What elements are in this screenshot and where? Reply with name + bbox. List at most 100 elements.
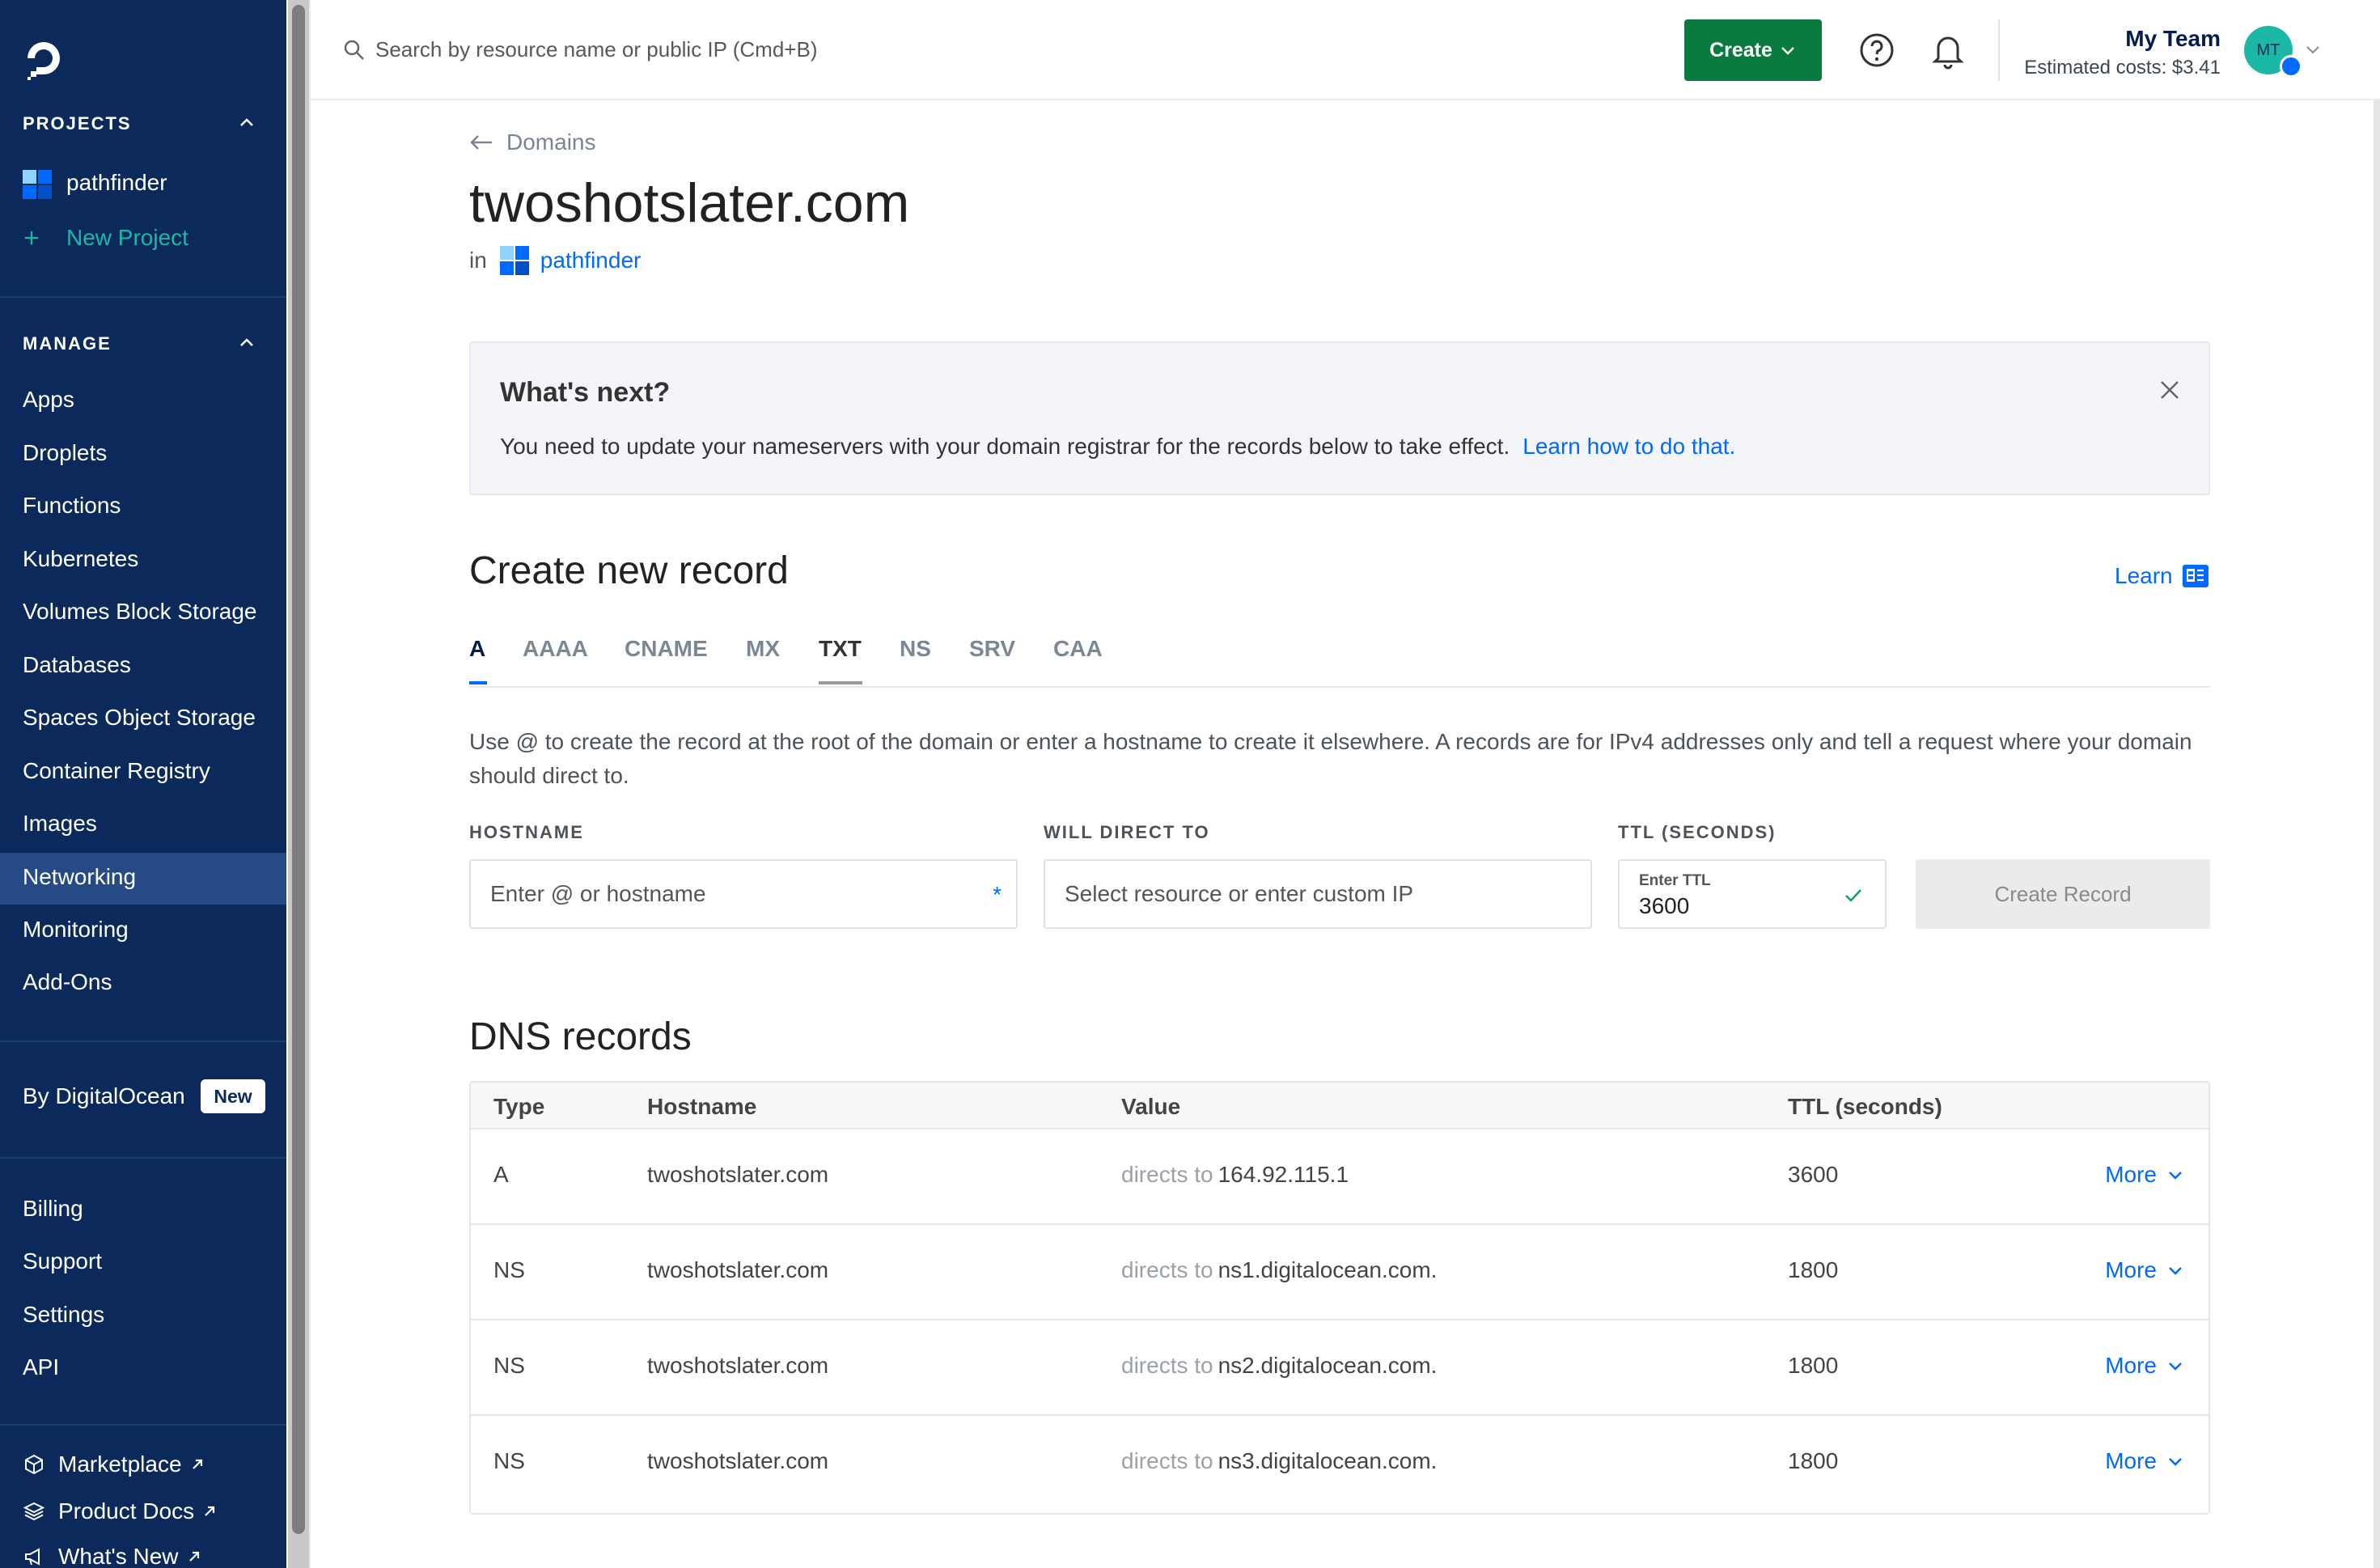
chevron-up-icon[interactable]: [236, 112, 257, 133]
active-tab-underline: [469, 681, 487, 684]
directs-to-label: directs to: [1121, 1162, 1213, 1187]
more-button[interactable]: More: [2105, 1448, 2184, 1474]
more-label: More: [2105, 1448, 2157, 1473]
tab-cname[interactable]: CNAME: [625, 636, 708, 662]
table-row: NS twoshotslater.com directs to ns3.digit…: [471, 1416, 2208, 1511]
chevron-down-icon[interactable]: [2304, 40, 2322, 58]
direct-to-label: WILL DIRECT TO: [1044, 822, 1210, 842]
sidebar-item-volumes[interactable]: Volumes Block Storage: [23, 599, 257, 625]
chevron-down-icon: [2169, 1362, 2182, 1371]
digitalocean-logo-icon[interactable]: [21, 36, 66, 81]
sidebar-item-functions[interactable]: Functions: [23, 493, 121, 519]
required-marker: *: [993, 882, 1002, 907]
table-header: Type Hostname Value TTL (seconds): [471, 1083, 2208, 1129]
project-link[interactable]: pathfinder: [540, 248, 642, 273]
marketplace-label: Marketplace: [58, 1451, 182, 1477]
sidebar-item-billing[interactable]: Billing: [23, 1196, 83, 1222]
hostname-label: HOSTNAME: [469, 822, 584, 842]
hostname-field: *: [469, 859, 1018, 929]
hostname-input[interactable]: [490, 861, 959, 927]
hover-tab-underline: [819, 681, 862, 684]
search-input[interactable]: [375, 31, 1103, 68]
chevron-down-icon: [2169, 1458, 2182, 1466]
create-record-title: Create new record: [469, 549, 789, 592]
layers-icon: [23, 1502, 45, 1521]
directs-to-label: directs to: [1121, 1257, 1213, 1282]
dns-records-table: Type Hostname Value TTL (seconds) A twos…: [469, 1081, 2210, 1515]
column-value: Value: [1121, 1094, 1181, 1119]
sidebar-item-images[interactable]: Images: [23, 811, 97, 837]
sidebar-scrollbar-thumb[interactable]: [292, 5, 305, 1534]
product-docs-link[interactable]: Product Docs: [23, 1498, 217, 1524]
record-help-text: Use @ to create the record at the root o…: [469, 729, 2192, 788]
megaphone-icon: [25, 1548, 40, 1566]
sidebar-item-monitoring[interactable]: Monitoring: [23, 917, 129, 943]
whats-next-message: You need to update your nameservers with…: [500, 434, 1510, 459]
bell-icon[interactable]: [1930, 31, 1966, 70]
record-value-text: ns2.digitalocean.com.: [1218, 1353, 1438, 1378]
sidebar-item-container-registry[interactable]: Container Registry: [23, 758, 210, 784]
sidebar-divider: [0, 1424, 286, 1426]
record-type: A: [493, 1162, 509, 1187]
close-icon[interactable]: [2157, 377, 2183, 403]
tab-a[interactable]: A: [469, 636, 485, 662]
sidebar-item-add-ons[interactable]: Add-Ons: [23, 969, 112, 995]
tab-txt[interactable]: TXT: [819, 636, 862, 662]
sidebar-item-databases[interactable]: Databases: [23, 652, 131, 678]
cube-icon: [25, 1454, 43, 1475]
team-name[interactable]: My Team: [2125, 26, 2221, 52]
marketplace-link[interactable]: Marketplace: [23, 1451, 205, 1477]
sidebar-item-support[interactable]: Support: [23, 1248, 102, 1274]
plus-icon: [24, 231, 39, 245]
sidebar-item-api[interactable]: API: [23, 1354, 59, 1380]
create-button[interactable]: Create: [1684, 19, 1822, 81]
ttl-label: TTL (SECONDS): [1618, 822, 1777, 842]
direct-to-input[interactable]: [1065, 861, 1534, 927]
sidebar-item-kubernetes[interactable]: Kubernetes: [23, 546, 138, 572]
create-button-label: Create: [1709, 38, 1772, 61]
new-project-link[interactable]: New Project: [23, 225, 188, 251]
sidebar-item-apps[interactable]: Apps: [23, 387, 74, 413]
ttl-input[interactable]: 3600: [1639, 893, 1689, 919]
record-hostname: twoshotslater.com: [647, 1162, 829, 1187]
breadcrumb[interactable]: Domains: [469, 129, 595, 155]
page-title: twoshotslater.com: [469, 172, 910, 234]
tab-ns[interactable]: NS: [900, 636, 931, 662]
dns-records-title: DNS records: [469, 1015, 692, 1058]
record-ttl: 3600: [1788, 1162, 1839, 1187]
learn-how-link[interactable]: Learn how to do that.: [1522, 434, 1735, 459]
sidebar-divider: [0, 296, 286, 298]
tab-srv[interactable]: SRV: [969, 636, 1015, 662]
more-label: More: [2105, 1353, 2157, 1378]
record-type-tabs: A AAAA CNAME MX TXT NS SRV CAA: [469, 633, 2210, 688]
chevron-up-icon[interactable]: [236, 332, 257, 353]
sidebar-item-droplets[interactable]: Droplets: [23, 440, 107, 466]
project-line: in pathfinder: [469, 246, 641, 275]
column-hostname: Hostname: [647, 1094, 757, 1119]
sidebar-project-pathfinder[interactable]: pathfinder: [66, 170, 167, 196]
tab-mx[interactable]: MX: [746, 636, 780, 662]
direct-to-field: [1044, 859, 1592, 929]
help-circle-icon[interactable]: [1859, 32, 1895, 68]
sidebar: PROJECTS pathfinder New Project MANAGE A…: [0, 0, 286, 1568]
tab-caa[interactable]: CAA: [1053, 636, 1103, 662]
record-hostname: twoshotslater.com: [647, 1257, 829, 1282]
create-record-button[interactable]: Create Record: [1916, 859, 2210, 929]
sidebar-item-networking[interactable]: Networking: [23, 864, 136, 890]
chevron-down-icon: [2169, 1172, 2182, 1180]
new-badge: New: [201, 1079, 265, 1113]
check-icon: [1845, 889, 1861, 902]
new-project-label: New Project: [66, 225, 188, 250]
more-button[interactable]: More: [2105, 1257, 2184, 1283]
learn-link[interactable]: Learn: [2115, 563, 2210, 589]
tab-aaaa[interactable]: AAAA: [523, 636, 588, 662]
sidebar-item-spaces[interactable]: Spaces Object Storage: [23, 705, 256, 731]
more-button[interactable]: More: [2105, 1162, 2184, 1188]
record-value: directs to 164.92.115.1: [1121, 1162, 1349, 1188]
whats-new-link[interactable]: What's New: [23, 1544, 201, 1568]
main-scrollbar[interactable]: [2374, 100, 2380, 1568]
more-button[interactable]: More: [2105, 1353, 2184, 1379]
sidebar-item-settings[interactable]: Settings: [23, 1302, 104, 1328]
ttl-field[interactable]: Enter TTL 3600: [1618, 859, 1887, 929]
by-digitalocean-link[interactable]: By DigitalOcean: [23, 1083, 185, 1109]
